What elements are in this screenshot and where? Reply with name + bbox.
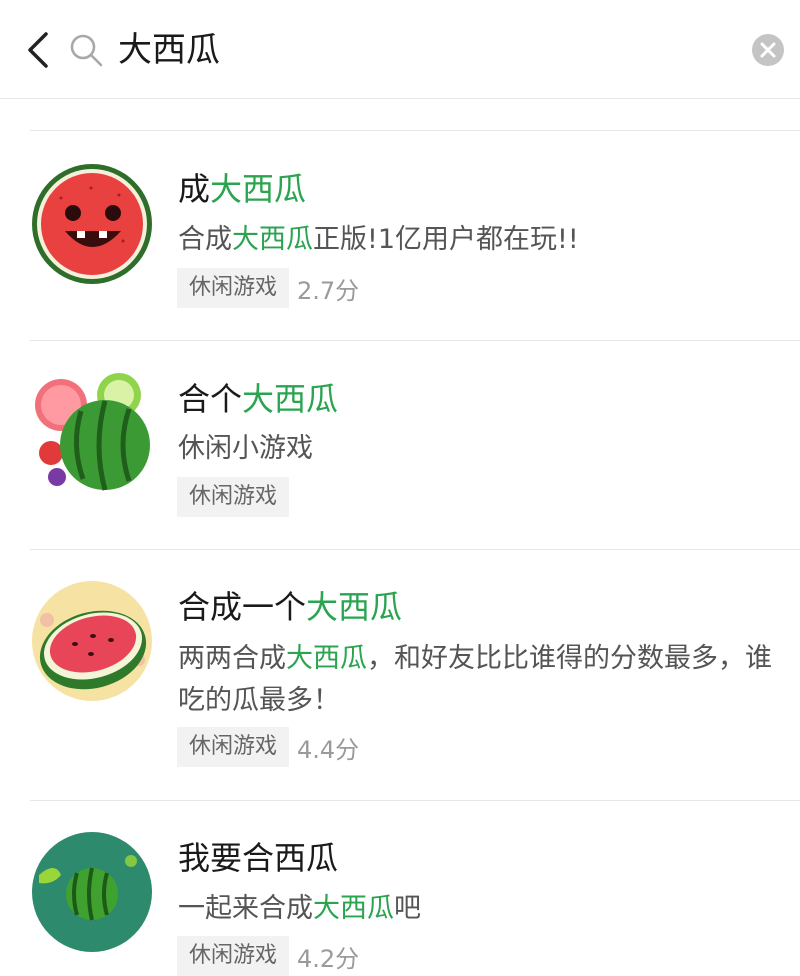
result-title: 合个大西瓜: [178, 380, 339, 418]
result-meta: 休闲游戏 2.7分: [177, 268, 359, 308]
category-tag: 休闲游戏: [177, 268, 290, 308]
search-icon: [70, 34, 103, 67]
result-title: 成大西瓜: [178, 170, 307, 208]
result-description: 两两合成大西瓜，和好友比比谁得的分数最多，谁吃的瓜最多！: [178, 643, 772, 716]
category-tag: 休闲游戏: [177, 936, 290, 976]
rating-score: 4.4分: [297, 735, 360, 764]
clear-search-icon[interactable]: [751, 33, 785, 67]
search-input[interactable]: 大西瓜: [118, 26, 220, 74]
result-item-1[interactable]: 成大西瓜 合成大西瓜正版!1亿用户都在玩!! 休闲游戏 2.7分: [0, 132, 800, 340]
watermelon-ball-icon: [32, 832, 152, 952]
result-description: 休闲小游戏: [178, 433, 313, 464]
divider: [30, 130, 800, 131]
result-item-3[interactable]: 合成一个大西瓜 两两合成大西瓜，和好友比比谁得的分数最多，谁吃的瓜最多！ 休闲游…: [0, 550, 800, 800]
category-tag: 休闲游戏: [177, 727, 290, 767]
search-bar: 大西瓜: [0, 0, 800, 99]
rating-score: 4.2分: [297, 944, 360, 973]
result-meta: 休闲游戏 4.4分: [177, 727, 359, 767]
result-meta: 休闲游戏 4.2分: [177, 936, 359, 976]
back-arrow-icon[interactable]: [22, 28, 58, 72]
category-tag: 休闲游戏: [177, 477, 290, 517]
sliced-watermelon-icon: [32, 581, 152, 701]
angry-watermelon-face-icon: [32, 164, 152, 284]
result-title: 我要合西瓜: [178, 839, 339, 877]
result-title: 合成一个大西瓜: [178, 588, 403, 626]
fruit-cluster-watermelon-icon: [32, 372, 152, 492]
result-description: 一起来合成大西瓜吧: [178, 893, 421, 924]
rating-score: 2.7分: [297, 276, 360, 305]
result-item-4[interactable]: 我要合西瓜 一起来合成大西瓜吧 休闲游戏 4.2分: [0, 801, 800, 976]
result-description: 合成大西瓜正版!1亿用户都在玩!!: [178, 224, 579, 255]
result-item-2[interactable]: 合个大西瓜 休闲小游戏 休闲游戏: [0, 341, 800, 549]
result-meta: 休闲游戏: [177, 477, 290, 517]
